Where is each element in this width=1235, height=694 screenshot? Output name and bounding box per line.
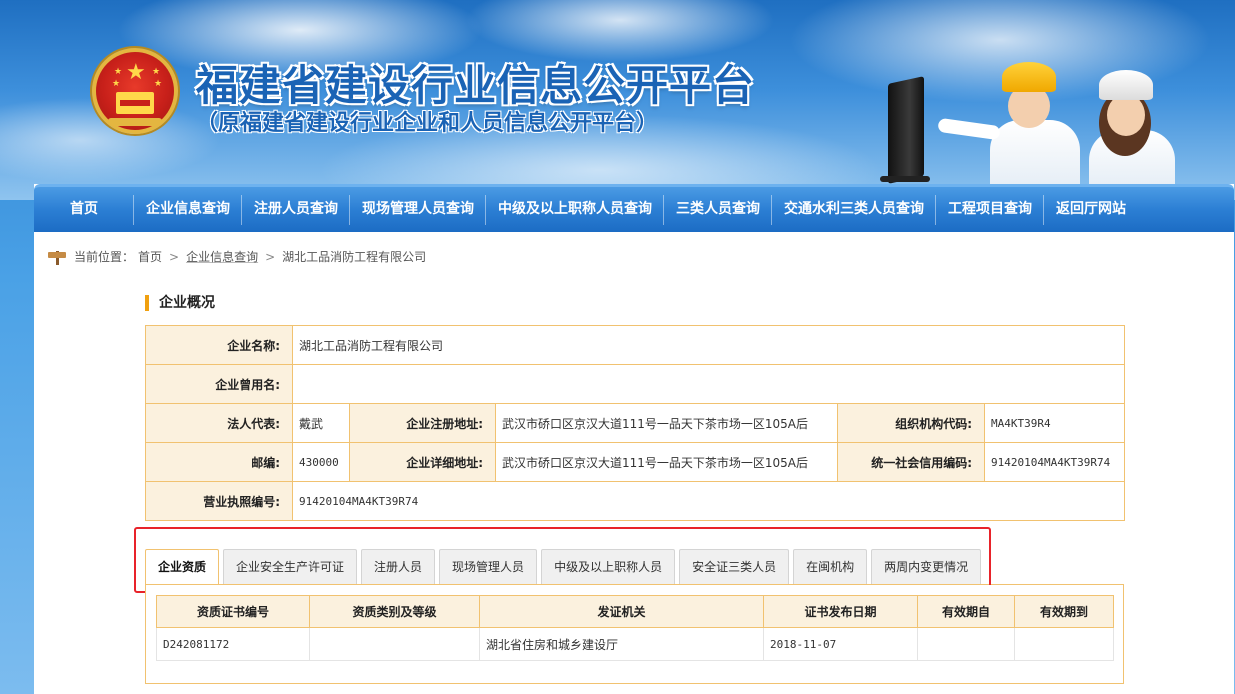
table-row: 邮编: 430000 企业详细地址: 武汉市硚口区京汉大道111号一品天下茶市场… [145,442,1126,482]
legal-rep-label: 法人代表: [145,403,293,443]
postcode-value: 430000 [292,442,350,482]
valid-to-cell [1014,627,1114,661]
tab-registered-staff[interactable]: 注册人员 [361,549,436,585]
qualification-table: 资质证书编号 资质类别及等级 发证机关 证书发布日期 有效期自 有效期到 D24… [156,595,1114,661]
breadcrumb-prefix: 当前位置： [74,250,135,264]
nav-registered-staff-query[interactable]: 注册人员查询 [242,187,350,232]
tab-qualification[interactable]: 企业资质 [145,549,220,585]
column-header: 资质证书编号 [156,595,310,628]
table-row: 企业名称: 湖北工品消防工程有限公司 [145,325,1126,365]
tab-recent-changes[interactable]: 两周内变更情况 [871,549,982,585]
credit-code-label: 统一社会信用编码: [837,442,985,482]
signpost-icon [48,249,66,265]
credit-code-value: 91420104MA4KT39R74 [983,442,1126,482]
nav-back-to-department[interactable]: 返回厅网站 [1044,187,1138,232]
detail-tabs: 企业资质 企业安全生产许可证 注册人员 现场管理人员 中级及以上职称人员 安全证… [145,549,982,585]
nav-company-query[interactable]: 企业信息查询 [134,187,242,232]
header-banner: ★ ★ ★ ★ ★ 福建省建设行业信息公开平台 （原福建省建设行业企业和人员信息… [0,0,1235,200]
national-emblem-icon: ★ ★ ★ ★ ★ [92,48,178,134]
detail-address-label: 企业详细地址: [349,442,496,482]
cert-number-cell: D242081172 [156,627,310,661]
breadcrumb-home[interactable]: 首页 [138,248,162,266]
tab-titled-staff[interactable]: 中级及以上职称人员 [541,549,676,585]
site-subtitle: （原福建省建设行业企业和人员信息公开平台） [196,111,659,136]
legal-rep-value: 戴武 [292,403,350,443]
nav-titled-staff-query[interactable]: 中级及以上职称人员查询 [486,187,664,232]
main-nav: 首页 企业信息查询 注册人员查询 现场管理人员查询 中级及以上职称人员查询 三类… [34,184,1234,232]
nav-three-types-query[interactable]: 三类人员查询 [664,187,772,232]
license-no-label: 营业执照编号: [145,481,293,521]
issue-date-cell: 2018-11-07 [763,627,918,661]
table-row: 法人代表: 戴武 企业注册地址: 武汉市硚口区京汉大道111号一品天下茶市场一区… [145,403,1126,443]
company-info-table: 企业名称: 湖北工品消防工程有限公司 企业曾用名: 法人代表: 戴武 企业注册地… [145,325,1126,521]
column-header: 证书发布日期 [763,595,918,628]
section-title-overview: 企业概况 [145,293,215,313]
nav-project-query[interactable]: 工程项目查询 [936,187,1044,232]
qual-category-cell [309,627,480,661]
reg-address-value: 武汉市硚口区京汉大道111号一品天下茶市场一区105A后 [495,403,838,443]
nav-transport-water-query[interactable]: 交通水利三类人员查询 [772,187,936,232]
postcode-label: 邮编: [145,442,293,482]
column-header: 发证机关 [479,595,764,628]
former-name-value [291,364,1126,404]
former-name-label: 企业曾用名: [145,364,293,404]
company-name-value: 湖北工品消防工程有限公司 [291,325,1126,365]
site-title: 福建省建设行业信息公开平台 [196,61,756,110]
org-code-value: MA4KT39R4 [983,403,1126,443]
table-header-row: 资质证书编号 资质类别及等级 发证机关 证书发布日期 有效期自 有效期到 [156,595,1114,628]
table-row: D242081172 湖北省住房和城乡建设厅 2018-11-07 [156,627,1114,661]
column-header: 有效期到 [1014,595,1114,628]
breadcrumb-company-query[interactable]: 企业信息查询 [186,248,258,266]
column-header: 有效期自 [917,595,1015,628]
company-name-label: 企业名称: [145,325,293,365]
breadcrumb: 当前位置： 首页 > 企业信息查询 > 湖北工品消防工程有限公司 [48,248,426,266]
tab-site-managers[interactable]: 现场管理人员 [439,549,538,585]
nav-site-manager-query[interactable]: 现场管理人员查询 [350,187,486,232]
column-header: 资质类别及等级 [309,595,480,628]
tab-fujian-branches[interactable]: 在闽机构 [793,549,868,585]
table-row: 企业曾用名: [145,364,1126,404]
reg-address-label: 企业注册地址: [349,403,496,443]
table-row: 营业执照编号: 91420104MA4KT39R74 [145,481,1126,521]
issuing-authority-cell: 湖北省住房和城乡建设厅 [479,627,764,661]
breadcrumb-current: 湖北工品消防工程有限公司 [282,250,427,264]
breadcrumb-separator: > [265,250,276,264]
tab-safety-license[interactable]: 企业安全生产许可证 [223,549,358,585]
tab-safety-three-types[interactable]: 安全证三类人员 [679,549,790,585]
license-no-value: 91420104MA4KT39R74 [291,481,1126,521]
detail-address-value: 武汉市硚口区京汉大道111号一品天下茶市场一区105A后 [495,442,838,482]
nav-home[interactable]: 首页 [34,187,134,232]
org-code-label: 组织机构代码: [837,403,985,443]
valid-from-cell [917,627,1015,661]
breadcrumb-separator: > [169,250,180,264]
